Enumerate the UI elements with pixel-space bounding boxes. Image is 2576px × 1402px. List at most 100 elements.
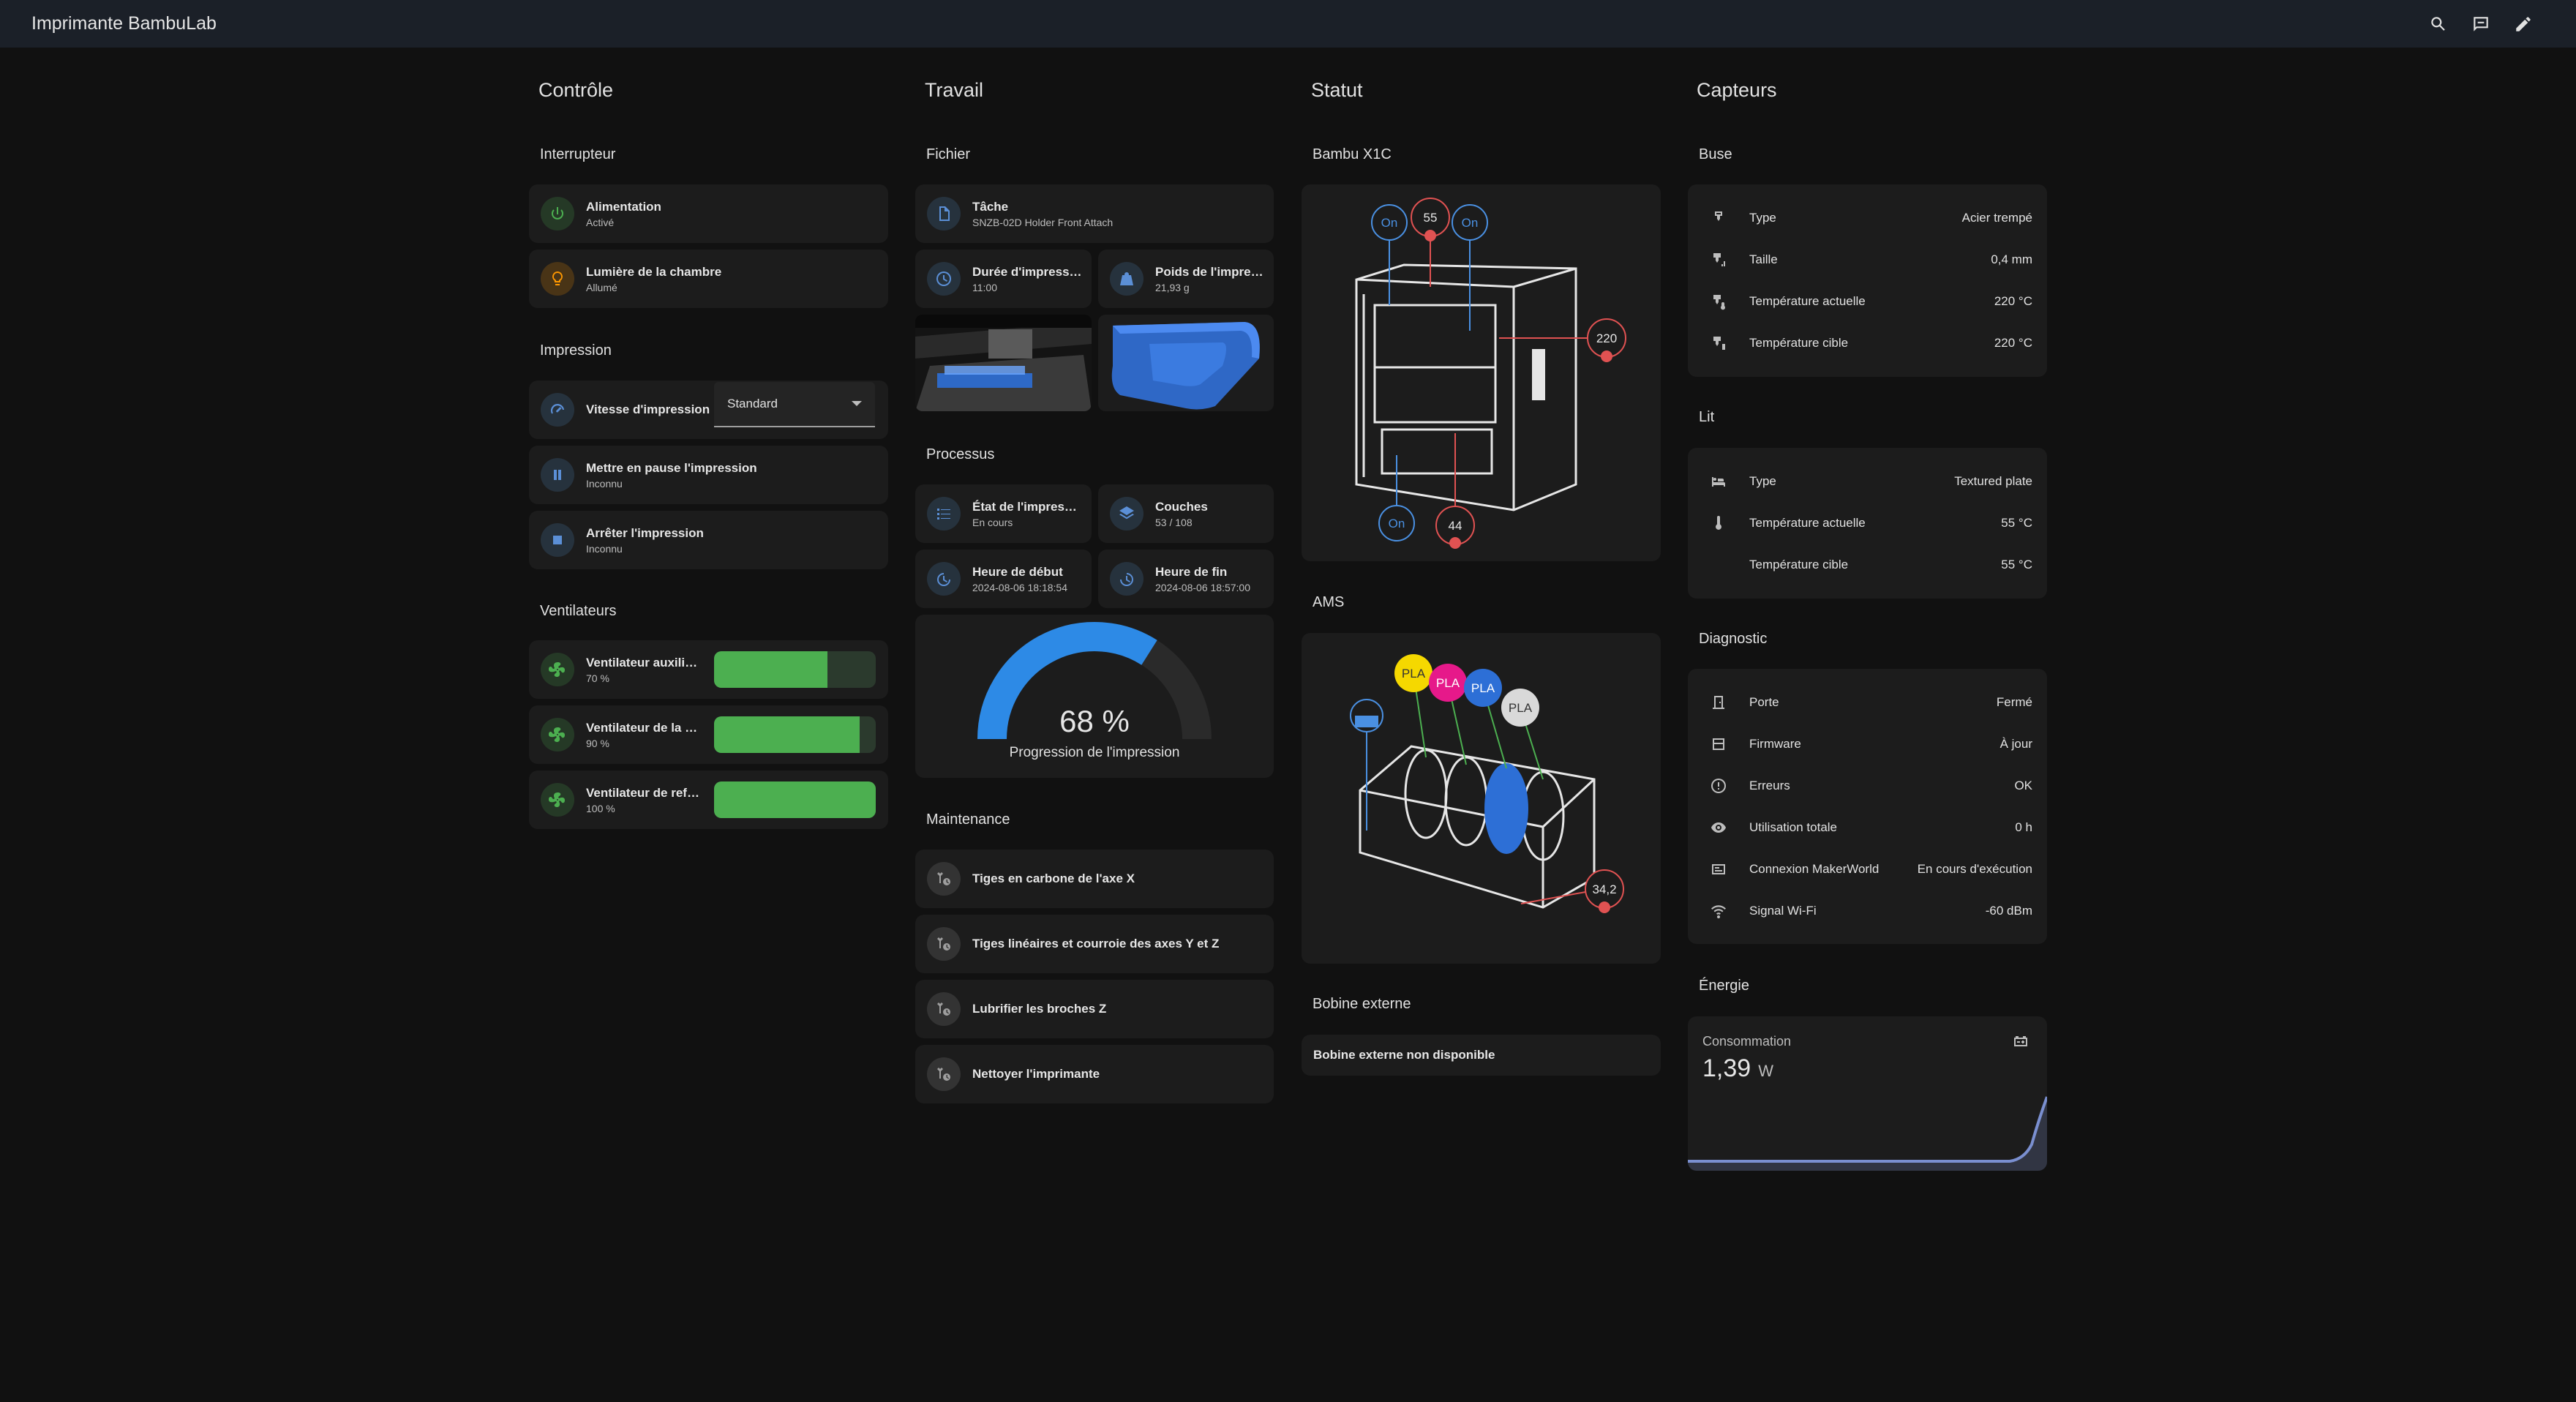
power-tile[interactable]: Alimentation Activé (529, 184, 888, 243)
task-tile[interactable]: Tâche SNZB-02D Holder Front Attach (915, 184, 1274, 243)
stop-print-tile[interactable]: Arrêter l'impression Inconnu (529, 511, 888, 569)
nozzle-temp-badge: 220 (1596, 331, 1617, 345)
print-speed-select[interactable]: Standard (714, 382, 875, 427)
assist-chat-icon[interactable] (2460, 3, 2502, 45)
layers-tile[interactable]: Couches 53 / 108 (1098, 484, 1274, 543)
print-duration-tile[interactable]: Durée d'impression 11:00 (915, 250, 1092, 308)
eye-icon (1708, 817, 1729, 838)
task-state: SNZB-02D Holder Front Attach (972, 216, 1114, 228)
entity-label: Température cible (1749, 557, 1849, 571)
nozzle-icon (1708, 208, 1729, 228)
fan-state: 90 % (586, 737, 609, 749)
fan-level-slider[interactable] (714, 781, 876, 818)
section-title-process: Processus (926, 446, 995, 462)
maintenance-label: Nettoyer l'imprimante (972, 1067, 1100, 1081)
entity-row[interactable]: Firmware À jour (1688, 723, 2047, 765)
entity-value: Fermé (1996, 694, 2032, 709)
entity-row[interactable]: Température cible 220 °C (1688, 322, 2047, 364)
end-time-tile[interactable]: Heure de fin 2024-08-06 18:57:00 (1098, 550, 1274, 608)
pause-state: Inconnu (586, 477, 623, 490)
duration-name: Durée d'impression (972, 264, 1082, 279)
duration-state: 11:00 (972, 281, 997, 293)
power-icon (541, 197, 574, 230)
entity-row[interactable]: Température actuelle 55 °C (1688, 502, 2047, 544)
entity-label: Erreurs (1749, 778, 1790, 792)
entity-row[interactable]: Signal Wi-Fi -60 dBm (1688, 890, 2047, 931)
ams-spool-label: PLA (1402, 667, 1426, 681)
column-title-sensors: Capteurs (1697, 79, 1777, 101)
entity-label: Signal Wi-Fi (1749, 903, 1817, 918)
fan-level-slider[interactable] (714, 651, 876, 688)
light-state: Allumé (586, 281, 617, 293)
weight-state: 21,93 g (1155, 281, 1190, 293)
print-state-value: En cours (972, 516, 1013, 528)
progress-gauge-card[interactable]: 68 % Progression de l'impression (915, 615, 1274, 778)
chamber-light-tile[interactable]: Lumière de la chambre Allumé (529, 250, 888, 308)
entity-value: Textured plate (1954, 473, 2032, 488)
entity-value: 0 h (2015, 820, 2032, 834)
stop-icon (541, 523, 574, 557)
edit-pencil-icon[interactable] (2502, 3, 2545, 45)
entity-row[interactable]: Température cible 55 °C (1688, 544, 2047, 585)
ams-spool-label: PLA (1509, 701, 1533, 715)
section-title-energy: Énergie (1699, 978, 1749, 994)
fan-state: 70 % (586, 672, 609, 684)
section-title-diagnostic: Diagnostic (1699, 631, 1768, 647)
fan-name: Ventilateur de refro... (586, 785, 703, 800)
entity-row[interactable]: Taille 0,4 mm (1688, 239, 2047, 280)
cloud-connection-icon (1708, 859, 1729, 880)
entity-row[interactable]: Température actuelle 220 °C (1688, 280, 2047, 322)
entity-row[interactable]: Erreurs OK (1688, 765, 2047, 806)
entity-row[interactable]: Connexion MakerWorld En cours d'exécutio… (1688, 848, 2047, 890)
end-name: Heure de fin (1155, 564, 1228, 579)
blank-icon (1708, 555, 1729, 575)
camera-snapshot[interactable] (915, 315, 1092, 411)
start-time-tile[interactable]: Heure de début 2024-08-06 18:18:54 (915, 550, 1092, 608)
maintenance-label: Tiges en carbone de l'axe X (972, 871, 1135, 885)
entity-row[interactable]: Type Acier trempé (1688, 197, 2047, 239)
column-title-job: Travail (925, 79, 984, 101)
column-title-status: Statut (1311, 79, 1363, 101)
bed-entities-card: Type Textured plate Température actuelle… (1688, 448, 2047, 599)
consumption-sparkline (1688, 1096, 2047, 1171)
fan-level-slider[interactable] (714, 716, 876, 753)
entity-value: À jour (1999, 736, 2032, 751)
maintenance-button[interactable]: Tiges en carbone de l'axe X (915, 850, 1274, 908)
print-state-tile[interactable]: État de l'impressi... En cours (915, 484, 1092, 543)
alert-circle-icon (1708, 776, 1729, 796)
ams-spool-label: PLA (1436, 676, 1460, 690)
maintenance-button[interactable]: Lubrifier les broches Z (915, 980, 1274, 1038)
entity-value: 55 °C (2001, 557, 2032, 571)
list-status-icon (927, 497, 961, 531)
energy-sensor-card[interactable]: Consommation 1,39 W (1688, 1016, 2047, 1171)
ams-temp-badge: 34,2 (1592, 882, 1616, 896)
entity-label: Connexion MakerWorld (1749, 861, 1880, 876)
entity-label: Firmware (1749, 736, 1801, 751)
entity-value: 55 °C (2001, 515, 2032, 530)
print-weight-tile[interactable]: Poids de l'impres... 21,93 g (1098, 250, 1274, 308)
model-preview-image (1098, 315, 1274, 411)
progress-label: Progression de l'impression (1009, 745, 1180, 760)
search-icon[interactable] (2417, 3, 2460, 45)
bed-icon (1708, 471, 1729, 492)
fan-badge-3: On (1389, 517, 1405, 531)
maintenance-label: Tiges linéaires et courroie des axes Y e… (972, 937, 1220, 951)
pause-icon (541, 458, 574, 492)
speedometer-icon (541, 393, 574, 427)
section-title-fans: Ventilateurs (540, 603, 617, 619)
nozzle-size-icon (1708, 250, 1729, 270)
pause-print-tile[interactable]: Mettre en pause l'impression Inconnu (529, 446, 888, 504)
task-name: Tâche (972, 199, 1009, 214)
entity-row[interactable]: Utilisation totale 0 h (1688, 806, 2047, 848)
fan-icon (541, 718, 574, 751)
clock-icon (927, 262, 961, 296)
wifi-icon (1708, 901, 1729, 921)
thermometer-icon (1708, 513, 1729, 533)
maintenance-button[interactable]: Nettoyer l'imprimante (915, 1045, 1274, 1103)
entity-row[interactable]: Porte Fermé (1688, 681, 2047, 723)
entity-row[interactable]: Type Textured plate (1688, 460, 2047, 502)
app-title: Imprimante BambuLab (31, 13, 217, 34)
maintenance-button[interactable]: Tiges linéaires et courroie des axes Y e… (915, 915, 1274, 973)
fan-level-fill (714, 716, 860, 753)
bed-temp-badge: 44 (1449, 519, 1462, 533)
